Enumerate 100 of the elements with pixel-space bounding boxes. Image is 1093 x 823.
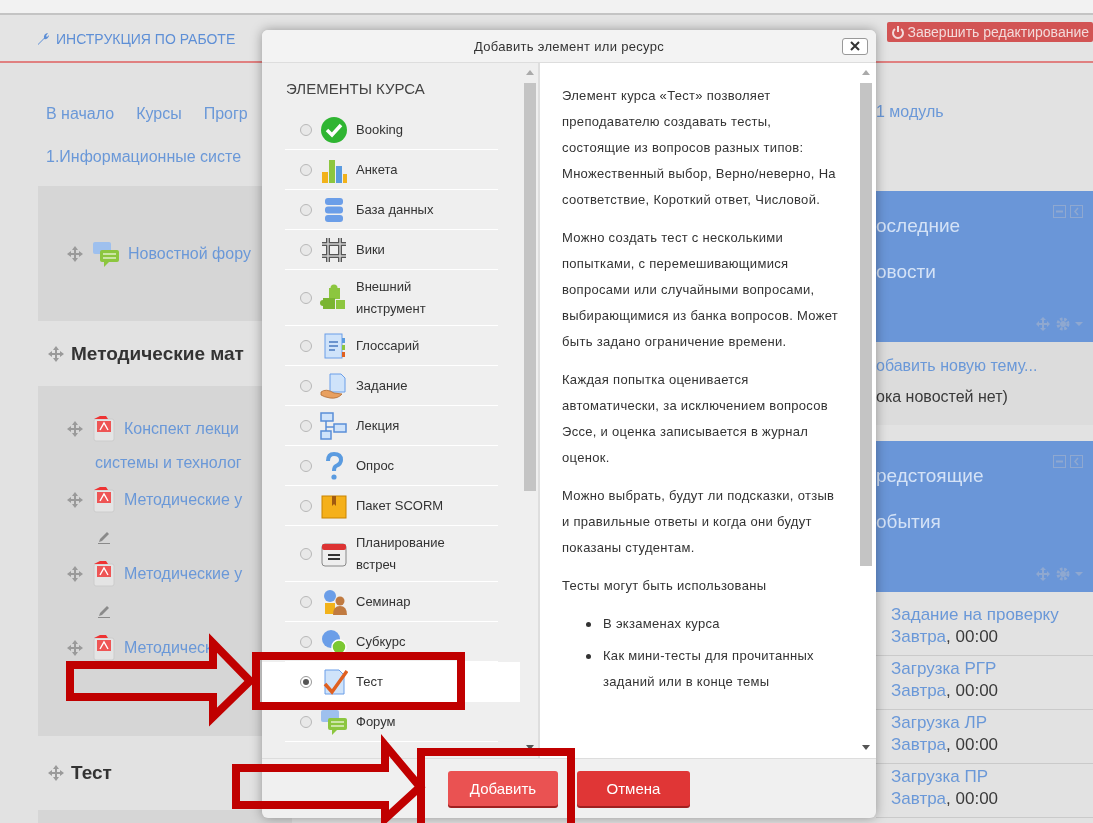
activity-link[interactable]: системы и технолог [95, 454, 242, 472]
add-button[interactable]: Добавить [448, 771, 558, 806]
pdf-document-icon [92, 561, 116, 587]
list-heading: ЭЛЕМЕНТЫ КУРСА [285, 79, 426, 99]
gear-icon [1055, 316, 1071, 332]
module-option[interactable]: Пакет SCORM [285, 486, 498, 526]
block-title: оследние [876, 214, 962, 238]
breadcrumb-link[interactable]: 1 модуль [876, 103, 1093, 121]
dock-icon [1070, 205, 1083, 218]
knot-icon [320, 235, 348, 264]
pdf-document-icon [92, 416, 116, 442]
move-icon [1035, 566, 1051, 582]
radio-button[interactable] [300, 163, 312, 176]
finish-editing-button[interactable]: Завершить редактирование [886, 22, 1093, 42]
description-text: Каждая попытка оценивается автоматически, за исключением вопросов Эссе, и оценка записывается в журнал оценок. [562, 371, 829, 467]
module-option[interactable]: Вики [285, 230, 498, 270]
puzzle-icon [320, 283, 348, 312]
minimize-icon [1053, 455, 1066, 468]
radio-button[interactable] [300, 547, 312, 560]
bullet-dot [586, 654, 591, 659]
activity-link[interactable]: Методическ [124, 639, 213, 657]
chat-bubbles-icon [320, 707, 348, 736]
breadcrumb-link[interactable]: 1.Информационные систе [46, 148, 242, 165]
dock-icon [1070, 455, 1083, 468]
radio-button[interactable] [300, 675, 312, 688]
move-icon [66, 491, 84, 509]
event-link[interactable]: Загрузка РГР [891, 658, 1093, 680]
minimize-icon [1053, 205, 1066, 218]
activity-link[interactable]: Конспект лекци [124, 420, 239, 438]
radio-button[interactable] [300, 123, 312, 136]
section-title: Тест [71, 762, 112, 784]
event-date: Завтра, 00:00 [891, 788, 1000, 810]
event-link[interactable]: Задание на проверку [891, 604, 1093, 626]
event-link[interactable]: Загрузка ЛР [891, 712, 1093, 734]
pdf-document-icon [92, 487, 116, 513]
module-option[interactable]: Планирование встреч [285, 526, 498, 582]
module-option[interactable]: Семинар [285, 582, 498, 622]
module-option[interactable]: Опрос [285, 446, 498, 486]
caret-icon [1075, 321, 1083, 327]
move-icon [1035, 316, 1051, 332]
radio-button[interactable] [300, 715, 312, 728]
radio-button[interactable] [300, 499, 312, 512]
breadcrumb-link[interactable]: Прогр [203, 105, 248, 123]
block-title: обытия [876, 510, 942, 534]
description-text: Элемент курса «Тест» позволяет преподавателю создавать тесты, состоящие из вопросов разных типов: Множественный выбор, Верно/неверно, На соответствие, Короткий ответ, Числовой. [562, 87, 837, 209]
event-date: Завтра, 00:00 [891, 734, 1000, 756]
chat-bubbles-icon [92, 239, 120, 268]
cancel-button[interactable]: Отмена [577, 771, 690, 806]
event-date: Завтра, 00:00 [891, 680, 1000, 702]
module-option[interactable]: Лекция [285, 406, 498, 446]
radio-button[interactable] [300, 419, 312, 432]
block-title: овости [876, 260, 937, 284]
module-option[interactable]: Глоссарий [285, 326, 498, 366]
module-option[interactable]: Внешний инструмент [285, 270, 498, 326]
module-option[interactable]: База данных [285, 190, 498, 230]
pdf-document-icon [92, 635, 116, 661]
section-title: Методические мат [71, 342, 244, 365]
event-date: Завтра, 00:00 [891, 626, 1000, 648]
description-text: Тесты могут быть использованы [562, 577, 768, 595]
gear-icon [1055, 566, 1071, 582]
module-option[interactable]: Тест [262, 662, 520, 702]
hand-document-icon [320, 371, 348, 400]
bullet-dot [586, 622, 591, 627]
module-option[interactable]: Анкета [285, 150, 498, 190]
move-icon [66, 244, 84, 263]
radio-button[interactable] [300, 635, 312, 648]
activity-link[interactable]: Методические у [124, 565, 243, 583]
move-icon [66, 420, 84, 438]
activity-link[interactable]: Методические у [124, 491, 243, 509]
list-item-text: Как мини-тесты для прочитанных заданий или в конце темы [603, 647, 815, 691]
radio-button[interactable] [300, 243, 312, 256]
move-icon [66, 565, 84, 583]
move-icon [47, 344, 65, 363]
module-option[interactable]: Форум [285, 702, 498, 742]
course-title-link[interactable]: ИНСТРУКЦИЯ ПО РАБОТЕ [36, 31, 236, 47]
description-text: Можно создать тест с несколькими попытками, с перемешивающимися вопросами или случайными вопросами, выбирающимися из банка вопросов. Может быть задано ограничение времени. [562, 229, 840, 351]
radio-button[interactable] [300, 459, 312, 472]
activity-link[interactable]: Новостной фору [128, 244, 251, 263]
radio-button[interactable] [300, 339, 312, 352]
dialog-title: Добавить элемент или ресурс [474, 38, 664, 54]
radio-button[interactable] [300, 595, 312, 608]
event-link[interactable]: Загрузка ПР [891, 766, 1093, 788]
breadcrumb-link[interactable]: Курсы [136, 105, 182, 123]
wrench-icon [36, 32, 50, 46]
move-icon [47, 764, 65, 782]
list-item-text: В экзаменах курса [603, 615, 720, 633]
module-option[interactable]: Задание [285, 366, 498, 406]
module-option[interactable]: Booking [285, 110, 498, 150]
empty-news-text: ока новостей нет) [876, 387, 1009, 407]
block-title: редстоящие [876, 464, 985, 488]
caret-icon [1075, 571, 1083, 577]
close-icon [850, 41, 860, 51]
radio-button[interactable] [300, 203, 312, 216]
radio-button[interactable] [300, 379, 312, 392]
breadcrumb-link[interactable]: В начало [46, 105, 115, 123]
add-topic-link[interactable]: обавить новую тему... [876, 350, 1093, 381]
description-text: Можно выбрать, будут ли подсказки, отзыв и правильные ответы и когда они будут показаны студентам. [562, 487, 836, 557]
move-icon [66, 639, 84, 657]
close-button[interactable] [842, 37, 868, 55]
radio-button[interactable] [300, 291, 312, 304]
